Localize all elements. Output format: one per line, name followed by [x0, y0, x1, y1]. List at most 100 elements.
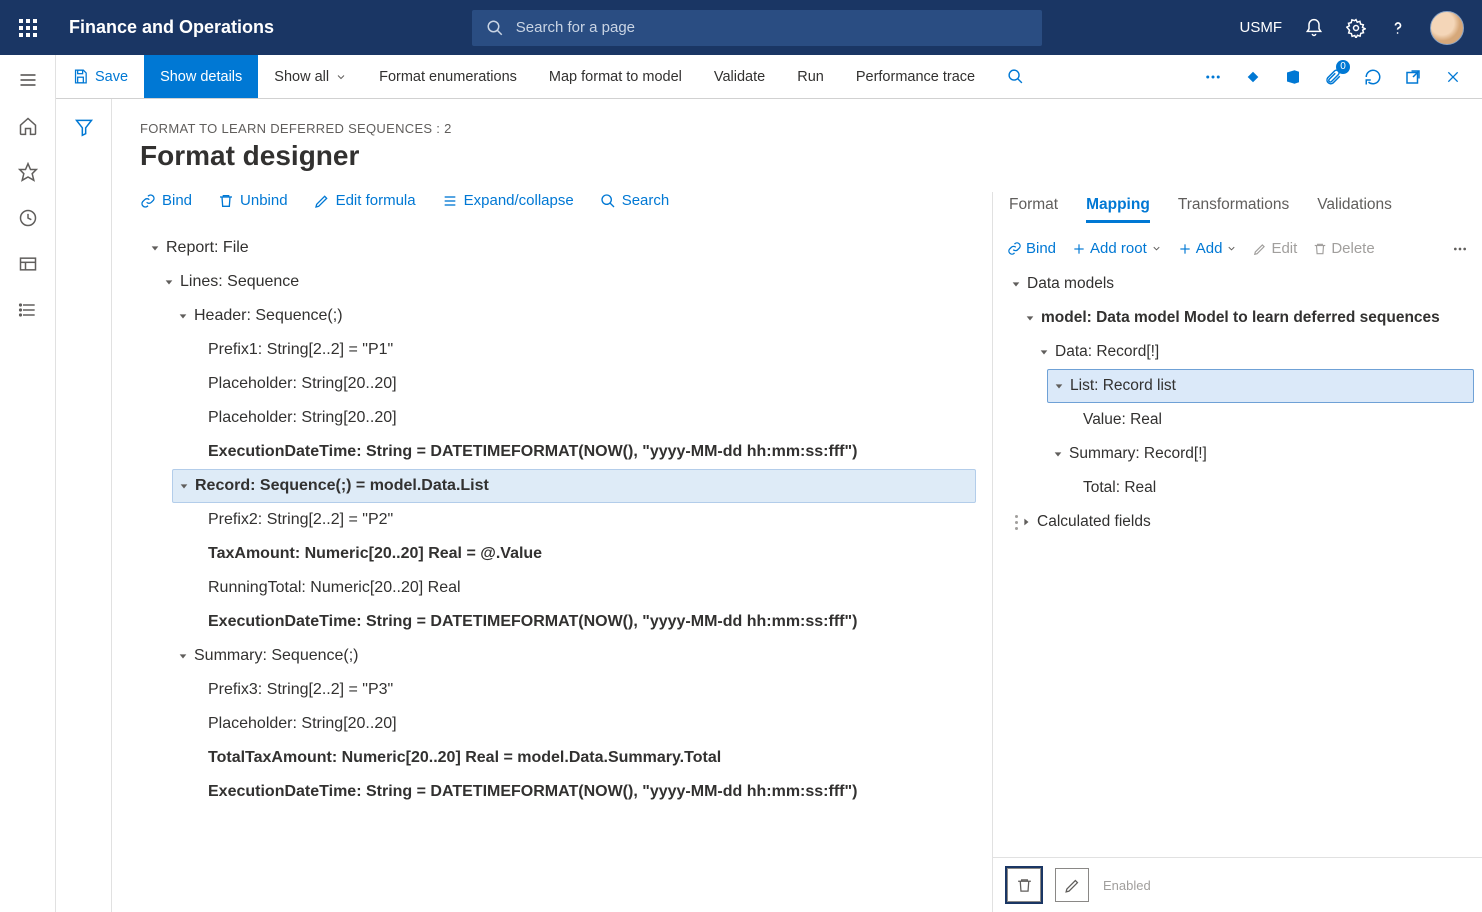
list-icon: [442, 193, 458, 209]
save-button[interactable]: Save: [56, 55, 144, 98]
edit-formula-button[interactable]: Edit formula: [314, 192, 416, 209]
unbind-button[interactable]: Unbind: [218, 192, 288, 209]
tree-row[interactable]: Placeholder: String[20..20]: [186, 707, 976, 741]
tab-format[interactable]: Format: [1009, 196, 1058, 223]
tree-caret-icon[interactable]: [1039, 347, 1055, 357]
diamond-icon[interactable]: [1242, 66, 1264, 88]
show-all-button[interactable]: Show all: [258, 55, 363, 98]
chevron-down-icon: [1226, 243, 1237, 254]
action-bar: Save Show details Show all Format enumer…: [0, 55, 1482, 99]
map-format-button[interactable]: Map format to model: [533, 55, 698, 98]
help-icon[interactable]: [1388, 18, 1408, 38]
tree-row[interactable]: Summary: Record[!]: [1047, 437, 1474, 471]
bind-button[interactable]: Bind: [140, 192, 192, 209]
tree-row[interactable]: TaxAmount: Numeric[20..20] Real = @.Valu…: [186, 537, 976, 571]
tree-row[interactable]: RunningTotal: Numeric[20..20] Real: [186, 571, 976, 605]
office-icon[interactable]: [1282, 66, 1304, 88]
page-title: Format designer: [140, 140, 1482, 172]
tree-row[interactable]: Total: Real: [1061, 471, 1474, 505]
format-tree: Report: FileLines: SequenceHeader: Seque…: [140, 217, 976, 809]
edit-binding-button[interactable]: [1055, 868, 1089, 902]
hamburger-icon[interactable]: [17, 69, 39, 91]
tree-row[interactable]: ExecutionDateTime: String = DATETIMEFORM…: [186, 605, 976, 639]
tree-row[interactable]: Placeholder: String[20..20]: [186, 401, 976, 435]
filter-icon[interactable]: [74, 117, 94, 912]
tree-row[interactable]: Header: Sequence(;): [172, 299, 976, 333]
tree-caret-icon[interactable]: [164, 277, 180, 287]
favorites-icon[interactable]: [17, 161, 39, 183]
actionbar-right-icons: 0: [1202, 55, 1482, 98]
tree-row[interactable]: Record: Sequence(;) = model.Data.List: [172, 469, 976, 503]
tree-row[interactable]: Data: Record[!]: [1033, 335, 1474, 369]
tree-row[interactable]: Value: Real: [1061, 403, 1474, 437]
home-icon[interactable]: [17, 115, 39, 137]
tree-caret-icon[interactable]: [178, 311, 194, 321]
tree-row[interactable]: Prefix3: String[2..2] = "P3": [186, 673, 976, 707]
add-root-button[interactable]: Add root: [1072, 240, 1162, 257]
performance-trace-button[interactable]: Performance trace: [840, 55, 991, 98]
expand-collapse-button[interactable]: Expand/collapse: [442, 192, 574, 209]
user-avatar[interactable]: [1430, 11, 1464, 45]
show-details-button[interactable]: Show details: [144, 55, 258, 98]
tree-caret-icon[interactable]: [1011, 279, 1027, 289]
find-button[interactable]: [991, 55, 1040, 98]
modules-icon[interactable]: [17, 299, 39, 321]
global-search[interactable]: [472, 10, 1042, 46]
delete-binding-button[interactable]: [1007, 868, 1041, 902]
pencil-icon: [314, 193, 330, 209]
tree-label: Value: Real: [1083, 411, 1162, 429]
trash-icon: [1016, 877, 1033, 894]
app-launcher[interactable]: [0, 19, 55, 37]
notifications-icon[interactable]: [1304, 18, 1324, 38]
delete-button[interactable]: Delete: [1313, 240, 1374, 257]
tree-caret-icon[interactable]: [1053, 449, 1069, 459]
search-input[interactable]: [516, 19, 1028, 36]
search-button[interactable]: Search: [600, 192, 670, 209]
tab-validations[interactable]: Validations: [1317, 196, 1392, 223]
tree-row[interactable]: Lines: Sequence: [158, 265, 976, 299]
tree-row[interactable]: Calculated fields: [1005, 505, 1474, 539]
tree-caret-icon[interactable]: [178, 651, 194, 661]
tree-row[interactable]: model: Data model Model to learn deferre…: [1019, 301, 1474, 335]
company-code[interactable]: USMF: [1240, 19, 1283, 36]
tree-label: Summary: Sequence(;): [194, 647, 359, 665]
tree-caret-icon[interactable]: [1054, 381, 1070, 391]
tree-row[interactable]: ExecutionDateTime: String = DATETIMEFORM…: [186, 775, 976, 809]
run-button[interactable]: Run: [781, 55, 840, 98]
tab-transformations[interactable]: Transformations: [1178, 196, 1289, 223]
tree-row[interactable]: Summary: Sequence(;): [172, 639, 976, 673]
tree-row[interactable]: Prefix1: String[2..2] = "P1": [186, 333, 976, 367]
tree-row[interactable]: List: Record list: [1047, 369, 1474, 403]
tree-row[interactable]: ExecutionDateTime: String = DATETIMEFORM…: [186, 435, 976, 469]
mapping-bind-button[interactable]: Bind: [1007, 240, 1056, 257]
close-icon[interactable]: [1442, 66, 1464, 88]
refresh-icon[interactable]: [1362, 66, 1384, 88]
validate-button[interactable]: Validate: [698, 55, 781, 98]
tree-caret-icon[interactable]: [179, 481, 195, 491]
tree-label: Summary: Record[!]: [1069, 445, 1207, 463]
more-icon[interactable]: [1202, 66, 1224, 88]
edit-button[interactable]: Edit: [1253, 240, 1297, 257]
add-button[interactable]: Add: [1178, 240, 1238, 257]
popout-icon[interactable]: [1402, 66, 1424, 88]
drag-grip-icon[interactable]: [1011, 515, 1021, 530]
tree-caret-icon[interactable]: [150, 243, 166, 253]
tree-row[interactable]: Placeholder: String[20..20]: [186, 367, 976, 401]
tree-caret-icon[interactable]: [1025, 313, 1041, 323]
recent-icon[interactable]: [17, 207, 39, 229]
workspaces-icon[interactable]: [17, 253, 39, 275]
search-icon: [486, 19, 504, 37]
plus-icon: [1178, 242, 1192, 256]
settings-icon[interactable]: [1346, 18, 1366, 38]
attachments-icon[interactable]: 0: [1322, 66, 1344, 88]
tree-row[interactable]: Prefix2: String[2..2] = "P2": [186, 503, 976, 537]
tree-row[interactable]: TotalTaxAmount: Numeric[20..20] Real = m…: [186, 741, 976, 775]
tree-row[interactable]: Data models: [1005, 267, 1474, 301]
tree-caret-icon[interactable]: [1021, 517, 1037, 527]
format-enumerations-button[interactable]: Format enumerations: [363, 55, 533, 98]
more-button[interactable]: [1452, 241, 1468, 257]
tab-mapping[interactable]: Mapping: [1086, 196, 1150, 223]
tree-label: Prefix3: String[2..2] = "P3": [208, 681, 393, 699]
tree-label: TaxAmount: Numeric[20..20] Real = @.Valu…: [208, 545, 542, 563]
tree-row[interactable]: Report: File: [144, 231, 976, 265]
